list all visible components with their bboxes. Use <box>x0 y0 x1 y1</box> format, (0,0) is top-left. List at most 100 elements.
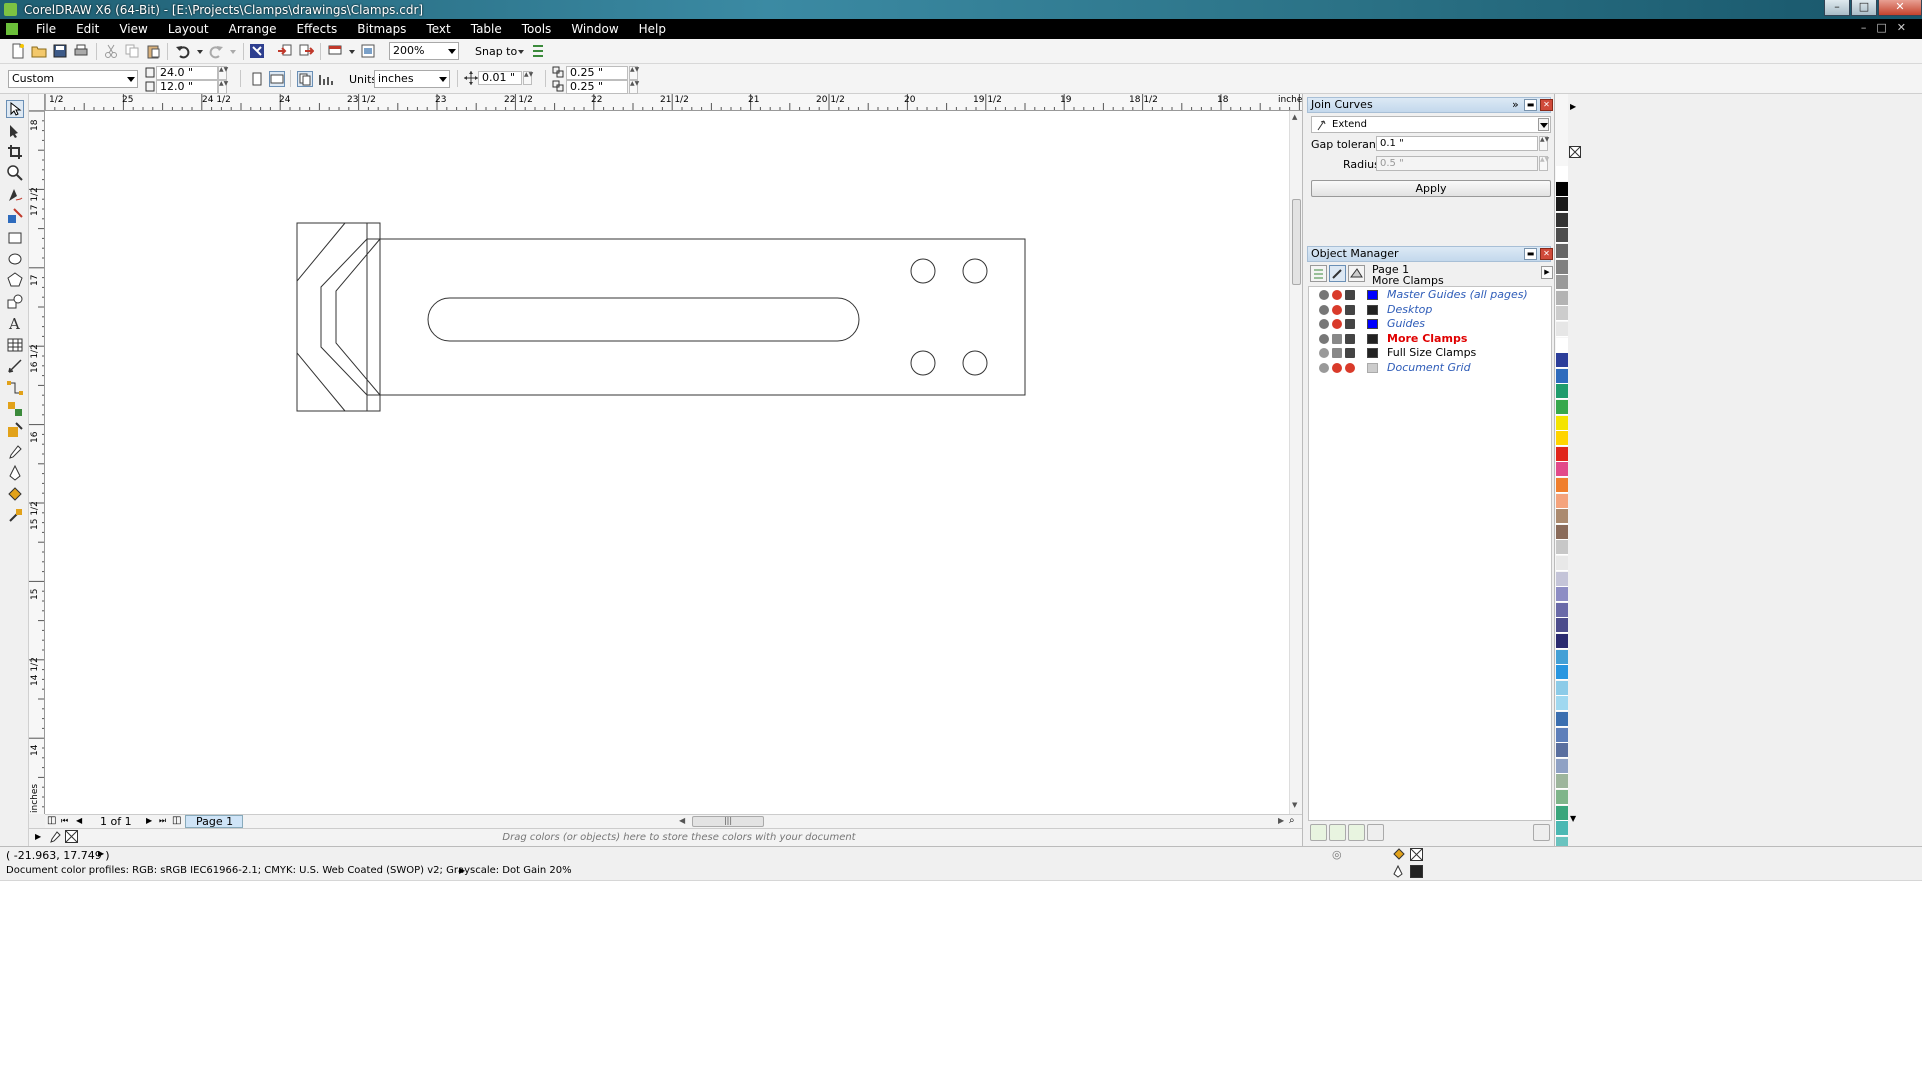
edit-across-layers-icon[interactable] <box>1329 265 1346 282</box>
menu-window[interactable]: Window <box>571 22 618 36</box>
palette-color-swatch[interactable] <box>1556 478 1568 493</box>
om-menu-icon[interactable]: ▶ <box>1541 266 1553 279</box>
document-window-controls[interactable]: –□✕ <box>1861 21 1916 34</box>
visibility-eye-icon[interactable] <box>1319 319 1329 329</box>
palette-color-swatch[interactable] <box>1556 244 1568 259</box>
layer-color-swatch[interactable] <box>1367 363 1378 373</box>
copy-icon[interactable] <box>124 43 140 59</box>
maximize-icon[interactable]: □ <box>1851 0 1877 16</box>
palette-color-swatch[interactable] <box>1556 212 1568 228</box>
object-manager-minimize-icon[interactable]: ▬ <box>1524 248 1537 260</box>
palette-color-swatch[interactable] <box>1556 181 1568 197</box>
palette-color-swatch[interactable] <box>1556 602 1568 618</box>
palette-color-swatch[interactable] <box>1556 306 1568 322</box>
rectangle-tool-icon[interactable] <box>6 229 24 247</box>
search-content-icon[interactable] <box>249 43 265 59</box>
menu-arrange[interactable]: Arrange <box>229 22 277 36</box>
shape-tool-icon[interactable] <box>6 122 24 140</box>
page-width-input[interactable]: 24.0 " <box>156 66 218 80</box>
scroll-down-icon[interactable]: ▼ <box>1292 801 1297 809</box>
gap-tolerance-input[interactable]: 0.1 " <box>1376 136 1538 151</box>
horizontal-ruler[interactable]: 1/2 25 24 1/2 24 23 1/2 23 22 1/2 22 21 … <box>45 94 1302 111</box>
show-object-properties-icon[interactable] <box>1310 265 1327 282</box>
clamp-body[interactable] <box>379 238 1026 396</box>
editable-pencil-icon[interactable] <box>1345 305 1355 315</box>
palette-color-swatch[interactable] <box>1556 368 1568 384</box>
palette-color-swatch[interactable] <box>1556 322 1568 337</box>
status-expand-icon[interactable]: ▶ <box>98 849 104 858</box>
radius-spin[interactable]: ▲▼ <box>1539 156 1549 171</box>
printable-disabled-icon[interactable] <box>1332 305 1342 315</box>
portrait-icon[interactable] <box>249 71 265 87</box>
palette-color-swatch[interactable] <box>1556 384 1568 400</box>
printable-disabled-icon[interactable] <box>1332 290 1342 300</box>
crop-tool-icon[interactable] <box>6 143 24 161</box>
fill-indicator-icon[interactable] <box>1392 848 1405 861</box>
docker-close-icon[interactable]: ✕ <box>1540 99 1553 111</box>
landscape-icon[interactable] <box>269 71 285 87</box>
welcome-screen-icon[interactable] <box>360 43 376 59</box>
palette-color-swatch[interactable] <box>1556 758 1568 774</box>
palette-color-swatch[interactable] <box>1556 446 1568 462</box>
visibility-eye-icon[interactable] <box>1319 290 1329 300</box>
palette-color-swatch[interactable] <box>1556 680 1568 696</box>
outline-color-swatch-icon[interactable] <box>1410 865 1423 878</box>
mounting-hole[interactable] <box>910 350 936 376</box>
printable-disabled-icon[interactable] <box>1332 319 1342 329</box>
nudge-distance-input[interactable]: 0.01 " <box>478 71 522 85</box>
palette-color-swatch[interactable] <box>1556 524 1568 540</box>
polygon-tool-icon[interactable] <box>6 271 24 289</box>
snap-to-dropdown-icon[interactable] <box>513 43 529 59</box>
visibility-eye-icon[interactable] <box>1319 334 1329 344</box>
scroll-up-icon[interactable]: ▲ <box>1292 113 1297 121</box>
menu-text[interactable]: Text <box>426 22 450 36</box>
next-page-icon[interactable]: ▶ <box>146 816 152 825</box>
join-mode-dropdown-icon[interactable] <box>1538 118 1549 131</box>
palette-color-swatch[interactable] <box>1556 462 1568 478</box>
palette-scroll-up-icon[interactable]: ▶ <box>1570 102 1576 111</box>
menu-view[interactable]: View <box>119 22 147 36</box>
import-icon[interactable] <box>277 43 293 59</box>
outline-pen-tool-icon[interactable] <box>6 464 24 482</box>
first-page-icon[interactable]: ⏮ <box>61 816 68 826</box>
add-page-before-icon[interactable]: ◫ <box>47 815 56 826</box>
palette-color-swatch[interactable] <box>1556 790 1568 805</box>
page-tab[interactable]: Page 1 <box>185 815 243 828</box>
palette-color-swatch[interactable] <box>1556 228 1568 244</box>
palette-color-swatch[interactable] <box>1556 540 1568 556</box>
scroll-right-icon[interactable]: ▶ <box>1278 816 1284 825</box>
menu-bitmaps[interactable]: Bitmaps <box>357 22 406 36</box>
clamp-jaw-bevel-inner[interactable] <box>335 238 381 396</box>
no-fill-swatch-icon[interactable] <box>1569 146 1581 158</box>
add-page-after-icon[interactable]: ◫ <box>172 815 181 826</box>
clamp-jaw-outline[interactable] <box>296 222 381 412</box>
zoom-level-combo[interactable]: 200% <box>389 42 459 60</box>
clamp-slot[interactable] <box>427 297 860 342</box>
launcher-dropdown-icon[interactable] <box>344 43 360 59</box>
ruler-origin[interactable] <box>29 94 45 111</box>
menu-help[interactable]: Help <box>639 22 666 36</box>
menu-effects[interactable]: Effects <box>296 22 337 36</box>
palette-color-swatch[interactable] <box>1556 337 1568 353</box>
zoom-navigator-icon[interactable]: ⌕ <box>1289 815 1295 826</box>
gap-tolerance-spin[interactable]: ▲▼ <box>1539 136 1549 151</box>
palette-color-swatch[interactable] <box>1556 634 1568 649</box>
vertical-scrollbar[interactable]: ▲ ▼ <box>1289 111 1302 814</box>
palette-color-swatch[interactable] <box>1556 727 1568 743</box>
palette-color-swatch[interactable] <box>1556 649 1568 665</box>
palette-color-swatch[interactable] <box>1556 571 1568 587</box>
close-icon[interactable]: ✕ <box>1878 0 1922 16</box>
palette-color-swatch[interactable] <box>1556 712 1568 727</box>
mounting-hole[interactable] <box>962 350 988 376</box>
palette-color-swatch[interactable] <box>1556 431 1568 447</box>
drawing-canvas[interactable] <box>45 111 1289 814</box>
palette-color-swatch[interactable] <box>1556 415 1568 431</box>
zoom-tool-icon[interactable] <box>6 164 24 182</box>
smart-fill-tool-icon[interactable] <box>6 207 24 225</box>
layer-manager-view-icon[interactable] <box>1348 265 1365 282</box>
duplicate-x-spin[interactable]: ▲▼ <box>629 66 639 80</box>
menu-layout[interactable]: Layout <box>168 22 209 36</box>
palette-color-swatch[interactable] <box>1556 821 1568 837</box>
nudge-distance-spin[interactable]: ▲▼ <box>523 71 533 85</box>
dimension-tool-icon[interactable] <box>6 357 24 375</box>
